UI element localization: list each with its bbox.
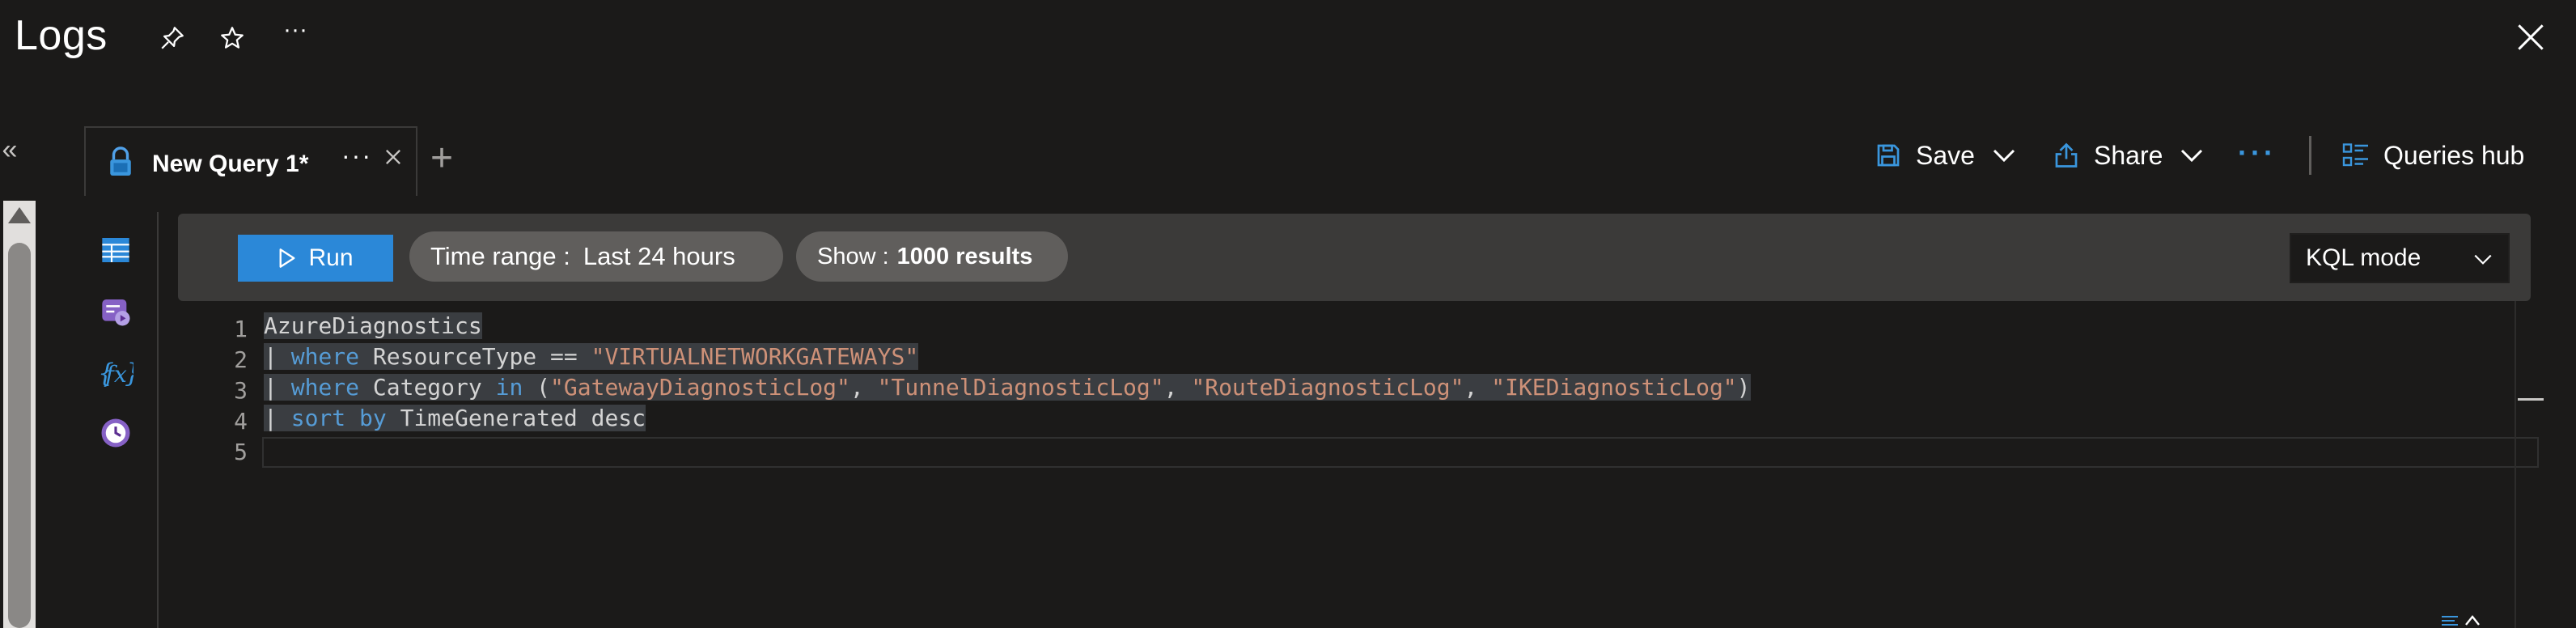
play-icon xyxy=(280,248,295,268)
show-label: Show : xyxy=(817,243,889,269)
tab-new-query-1[interactable]: New Query 1* ··· xyxy=(84,126,417,197)
tables-icon[interactable] xyxy=(97,231,134,269)
pin-icon[interactable] xyxy=(155,21,189,55)
chevron-down-icon xyxy=(1993,149,2015,163)
more-options-button[interactable]: ··· xyxy=(278,13,312,47)
share-icon xyxy=(2055,142,2078,168)
chevron-down-icon xyxy=(2181,149,2203,163)
query-toolbar: Run Time range : Last 24 hours Show : 10… xyxy=(178,214,2531,301)
overview-ruler-mark xyxy=(2518,398,2544,401)
star-icon[interactable] xyxy=(215,21,249,55)
side-rail: { fx } xyxy=(86,212,146,628)
add-tab-button[interactable]: + xyxy=(430,139,453,178)
queries-hub-icon xyxy=(2342,143,2368,167)
rail-divider xyxy=(157,212,159,628)
toolbar-divider xyxy=(2309,136,2311,175)
save-icon xyxy=(1877,144,1900,167)
code-line[interactable]: | sort by TimeGenerated desc xyxy=(264,403,646,434)
show-value: 1000 results xyxy=(896,243,1033,269)
code-editor[interactable]: 1 2 3 4 5 AzureDiagnostics | where Resou… xyxy=(178,311,2544,628)
collapse-sidebar-button[interactable]: « xyxy=(0,136,19,167)
current-line-highlight xyxy=(262,437,2539,468)
scrollbar-thumb[interactable] xyxy=(8,243,31,628)
time-range-value: Last 24 hours xyxy=(583,242,735,270)
line-number: 5 xyxy=(234,439,248,465)
queries-hub-button[interactable]: Queries hub xyxy=(2341,136,2524,175)
editor-scrollbar[interactable] xyxy=(2515,301,2516,628)
scroll-up-arrow-icon[interactable] xyxy=(8,207,31,223)
line-number: 1 xyxy=(234,316,248,342)
share-button[interactable]: Share xyxy=(2052,136,2206,175)
page-title: Logs xyxy=(15,12,108,59)
share-label: Share xyxy=(2094,140,2163,170)
svg-text:fx: fx xyxy=(104,361,126,388)
run-button[interactable]: Run xyxy=(238,235,393,282)
tab-more-button[interactable]: ··· xyxy=(341,141,372,171)
chevron-down-icon xyxy=(2474,254,2492,265)
lock-icon xyxy=(110,146,131,176)
line-number: 4 xyxy=(234,408,248,435)
time-range-label: Time range : xyxy=(430,242,570,270)
blade-header: Logs ··· xyxy=(0,0,2576,78)
mode-select[interactable]: KQL mode xyxy=(2290,233,2510,283)
tab-label: New Query 1* xyxy=(152,151,309,177)
tab-close-icon[interactable] xyxy=(382,146,405,168)
functions-icon[interactable]: { fx } xyxy=(97,354,134,392)
save-label: Save xyxy=(1916,140,1975,170)
format-query-icon[interactable] xyxy=(2440,612,2484,628)
line-number: 2 xyxy=(234,346,248,373)
code-line[interactable]: AzureDiagnostics xyxy=(264,311,482,342)
save-button[interactable]: Save xyxy=(1874,136,2019,175)
svg-text:}: } xyxy=(125,359,133,388)
query-history-icon[interactable] xyxy=(97,414,134,452)
toolbar-more-button[interactable]: ··· xyxy=(2238,136,2277,170)
run-label: Run xyxy=(308,244,354,271)
queries-hub-label: Queries hub xyxy=(2383,140,2525,170)
code-line[interactable]: | where ResourceType == "VIRTUALNETWORKG… xyxy=(264,342,919,372)
code-line[interactable]: | where Category in ("GatewayDiagnosticL… xyxy=(264,372,1751,403)
result-limit-picker[interactable]: Show : 1000 results xyxy=(796,231,1068,282)
mode-value: KQL mode xyxy=(2306,244,2421,271)
queries-icon[interactable] xyxy=(97,293,134,330)
close-icon[interactable] xyxy=(2513,19,2548,55)
time-range-picker[interactable]: Time range : Last 24 hours xyxy=(409,231,783,282)
line-number: 3 xyxy=(234,377,248,404)
